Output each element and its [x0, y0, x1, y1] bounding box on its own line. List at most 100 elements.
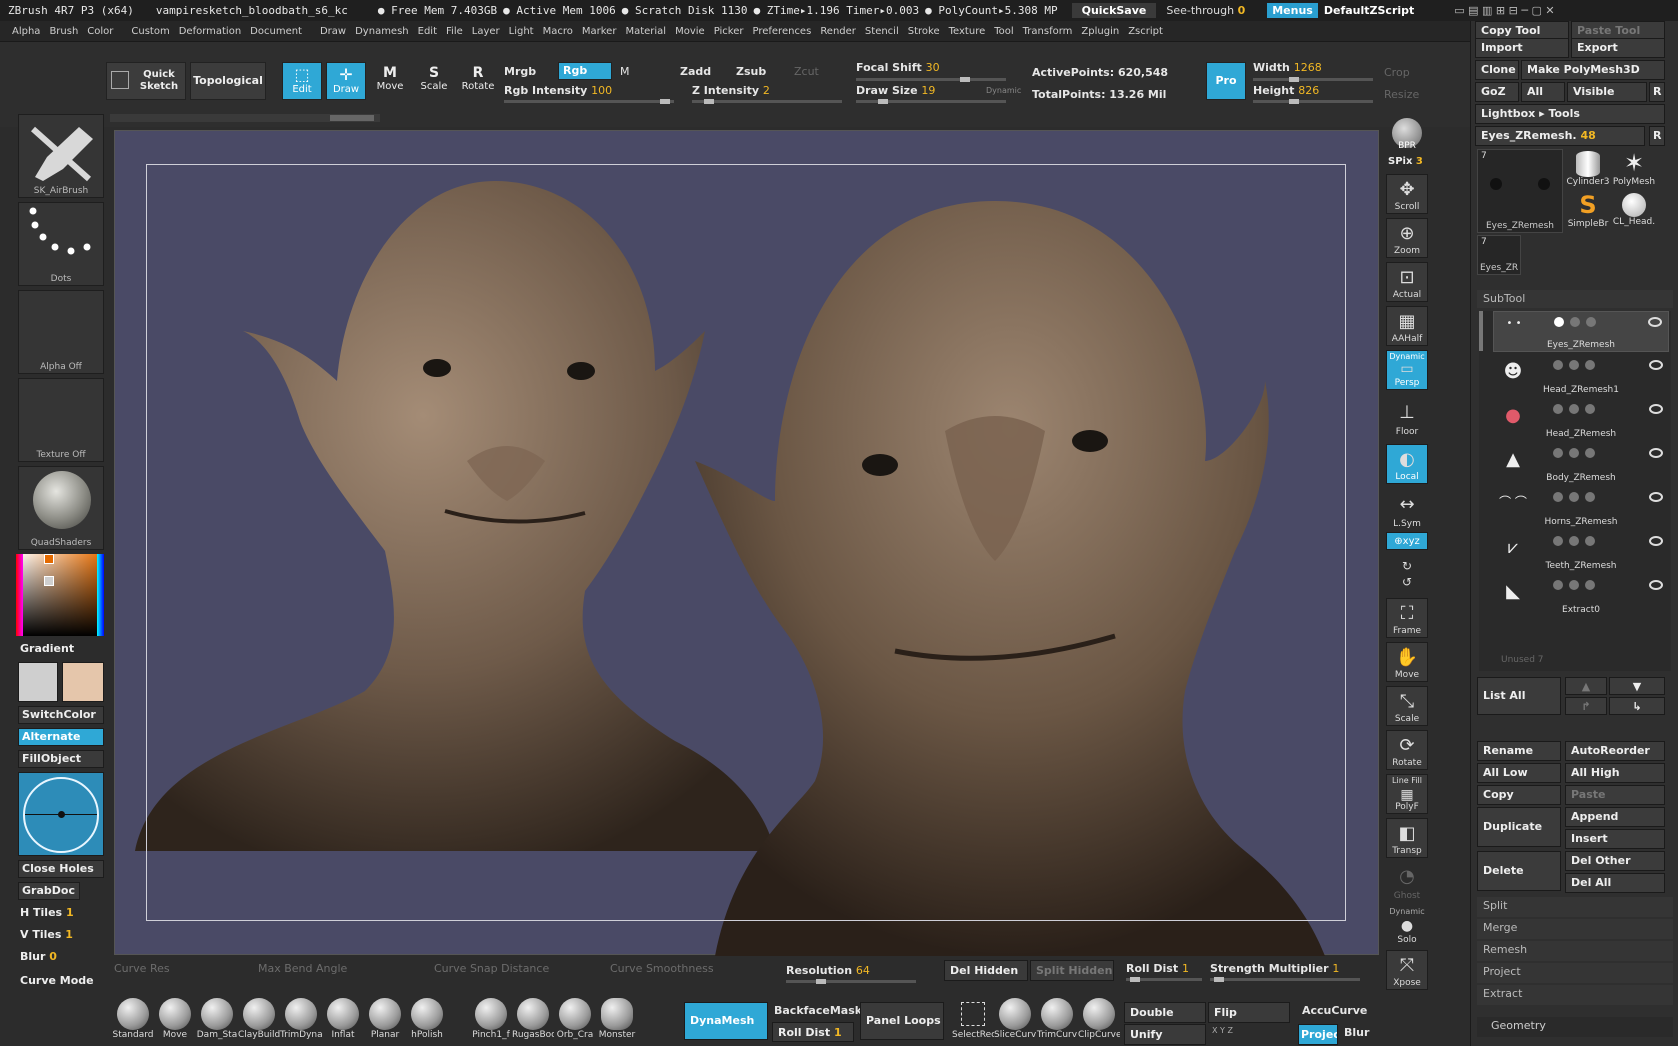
brush-dam-standard[interactable]: Dam_Sta [196, 998, 238, 1044]
pro-button[interactable]: Pro [1206, 62, 1246, 100]
list-all-button[interactable]: List All [1477, 677, 1561, 715]
project-toggle[interactable]: Projec [1298, 1024, 1338, 1045]
brush-move[interactable]: Move [154, 998, 196, 1044]
resolution-track[interactable] [786, 979, 916, 984]
backfacemask-toggle[interactable]: BackfaceMask [774, 1004, 862, 1017]
subtool-item[interactable]: ◣ Extract0 [1493, 575, 1669, 616]
curve-res-slider[interactable]: Curve Res [114, 962, 170, 975]
subtool-item[interactable]: • • Eyes_ZRemesh [1493, 311, 1669, 352]
goz-all-button[interactable]: All [1521, 82, 1565, 102]
alpha-slot[interactable]: Alpha Off [18, 290, 104, 374]
draw-button[interactable]: ✛ Draw [326, 62, 366, 100]
default-zscript[interactable]: DefaultZScript [1324, 4, 1414, 17]
menus-toggle[interactable]: Menus [1267, 3, 1318, 18]
duplicate-button[interactable]: Duplicate [1477, 807, 1561, 847]
brush-hpolish[interactable]: hPolish [406, 998, 448, 1044]
alternate-button[interactable]: Alternate [18, 728, 104, 746]
tool-cl-head[interactable]: CL_Head. [1611, 191, 1657, 233]
menu-light[interactable]: Light [509, 26, 534, 37]
insert-button[interactable]: Insert [1565, 829, 1665, 849]
tool-simplebrush[interactable]: S SimpleBr [1565, 191, 1611, 233]
tool-selectrect[interactable]: SelectRec [952, 998, 994, 1044]
tool-clipcurve[interactable]: ClipCurve [1078, 998, 1120, 1044]
zoom-button[interactable]: ⊕ Zoom [1386, 218, 1428, 258]
clone-button[interactable]: Clone [1475, 60, 1519, 80]
menu-file[interactable]: File [446, 26, 463, 37]
xyz-button[interactable]: ⊕xyz [1386, 532, 1428, 550]
height-track[interactable] [1253, 99, 1373, 104]
paste-subtool-button[interactable]: Paste [1565, 785, 1665, 805]
focal-shift-slider[interactable]: Focal Shift 30 [856, 61, 940, 74]
h-tiles-slider[interactable]: H Tiles 1 [20, 906, 74, 919]
panel-loops-button[interactable]: Panel Loops [860, 1002, 944, 1040]
curve-snap-distance-slider[interactable]: Curve Snap Distance [434, 962, 549, 975]
extract-section[interactable]: Extract [1477, 985, 1673, 1005]
primary-color-swatch[interactable] [18, 662, 58, 702]
brush-slot[interactable]: SK_AirBrush [18, 114, 104, 198]
zadd-button[interactable]: Zadd [680, 65, 711, 78]
brush-standard[interactable]: Standard [112, 998, 154, 1044]
strength-multiplier-slider[interactable]: Strength Multiplier 1 [1210, 962, 1339, 975]
del-all-button[interactable]: Del All [1565, 873, 1665, 893]
tool-polymesh[interactable]: ✶ PolyMesh [1611, 149, 1657, 189]
polyf-button[interactable]: Line Fill ▦ PolyF [1386, 774, 1428, 814]
actual-button[interactable]: ⊡ Actual [1386, 262, 1428, 302]
sdiv-dial[interactable] [18, 772, 104, 856]
close-holes-button[interactable]: Close Holes [18, 860, 104, 878]
menu-document[interactable]: Document [250, 26, 302, 37]
menu-layer[interactable]: Layer [472, 26, 500, 37]
quicksave-button[interactable]: QuickSave [1071, 3, 1157, 18]
v-tiles-slider[interactable]: V Tiles 1 [20, 928, 73, 941]
menu-marker[interactable]: Marker [582, 26, 617, 37]
visibility-eye-icon[interactable] [1649, 536, 1663, 546]
brush-pinch[interactable]: Pinch1_f [470, 998, 512, 1044]
local-button[interactable]: ◐ Local [1386, 444, 1428, 484]
menu-zscript[interactable]: Zscript [1128, 26, 1163, 37]
material-slot[interactable]: QuadShaders [18, 466, 104, 550]
rgb-intensity-slider[interactable]: Rgb Intensity 100 [504, 84, 612, 97]
zcut-button[interactable]: Zcut [794, 65, 819, 78]
tool-trimcurve[interactable]: TrimCurv [1036, 998, 1078, 1044]
visibility-eye-icon[interactable] [1648, 317, 1662, 327]
merge-section[interactable]: Merge [1477, 919, 1673, 939]
visibility-eye-icon[interactable] [1649, 580, 1663, 590]
rotate-view-button[interactable]: ⟳ Rotate [1386, 730, 1428, 770]
blur-toggle[interactable]: Blur [1344, 1026, 1369, 1039]
scroll-button[interactable]: ✥ Scroll [1386, 174, 1428, 214]
rgb-intensity-track[interactable] [504, 99, 674, 104]
menu-movie[interactable]: Movie [675, 26, 705, 37]
tool-slicecurve[interactable]: SliceCurv [994, 998, 1036, 1044]
dynamic-size-toggle[interactable]: Dynamic [986, 86, 1021, 95]
menu-zplugin[interactable]: Zplugin [1081, 26, 1119, 37]
rotate-mode-button[interactable]: R Rotate [458, 62, 498, 100]
current-tool-thumbnail[interactable]: 7 Eyes_ZRemesh [1477, 149, 1563, 233]
menu-macro[interactable]: Macro [543, 26, 573, 37]
copy-subtool-button[interactable]: Copy [1477, 785, 1561, 805]
zsub-button[interactable]: Zsub [736, 65, 766, 78]
edit-button[interactable]: ⬚ Edit [282, 62, 322, 100]
menu-texture[interactable]: Texture [949, 26, 986, 37]
floor-button[interactable]: ⊥ Floor [1386, 398, 1428, 438]
persp-button[interactable]: Dynamic ▭ Persp [1386, 350, 1428, 390]
recent-tool-thumbnail[interactable]: 7 Eyes_ZR [1477, 235, 1521, 275]
grabdoc-button[interactable]: GrabDoc [18, 882, 80, 900]
dynamesh-button[interactable]: DynaMesh [684, 1002, 768, 1040]
autoreorder-button[interactable]: AutoReorder [1565, 741, 1665, 761]
visibility-eye-icon[interactable] [1649, 360, 1663, 370]
frame-button[interactable]: ⛶ Frame [1386, 598, 1428, 638]
flip-button[interactable]: Flip [1208, 1002, 1290, 1023]
focal-shift-track[interactable] [856, 77, 1006, 82]
brush-claybuildup[interactable]: ClayBuild [238, 998, 280, 1044]
project-section[interactable]: Project [1477, 963, 1673, 983]
topological-button[interactable]: Topological [190, 62, 266, 100]
append-button[interactable]: Append [1565, 807, 1665, 827]
z-intensity-slider[interactable]: Z Intensity 2 [692, 84, 770, 97]
curve-mode-button[interactable]: Curve Mode [20, 974, 94, 987]
accucurve-toggle[interactable]: AccuCurve [1302, 1004, 1367, 1017]
z-intensity-track[interactable] [692, 99, 842, 104]
height-slider[interactable]: Height 826 [1253, 84, 1319, 97]
export-button[interactable]: Export [1571, 38, 1665, 58]
menu-alpha[interactable]: Alpha [12, 26, 40, 37]
transp-button[interactable]: ◧ Transp [1386, 818, 1428, 858]
move-down-arrow-icon[interactable]: ▼ [1609, 677, 1665, 695]
